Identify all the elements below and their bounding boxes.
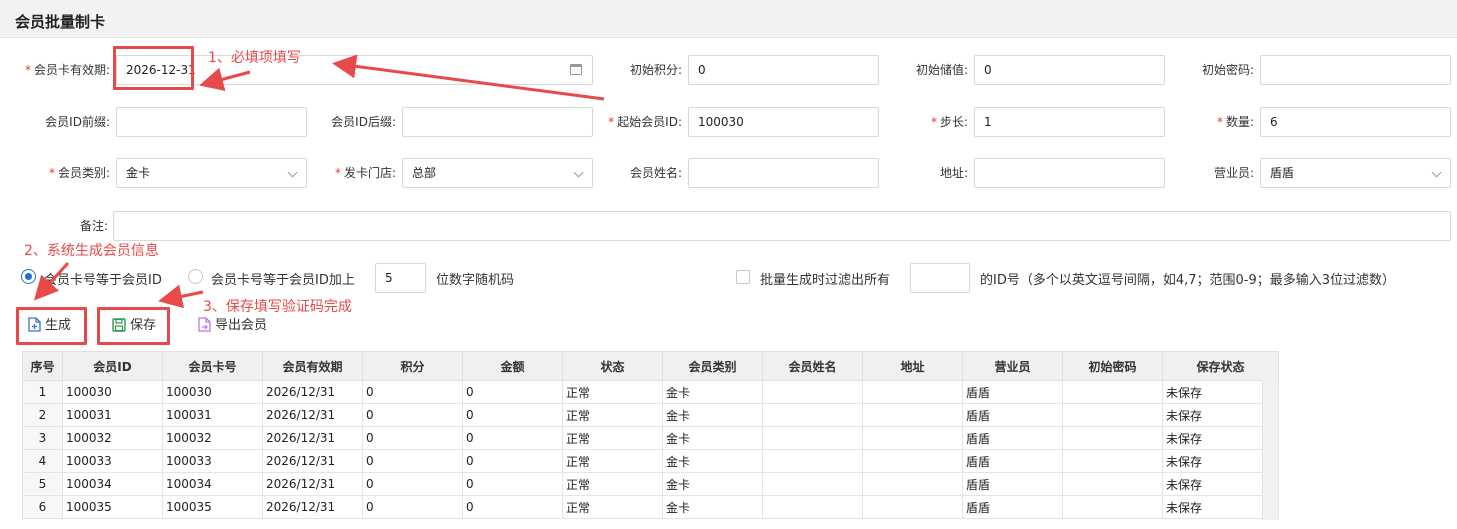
arrow-to-expiry	[199, 67, 251, 91]
arrow-to-save	[158, 284, 204, 309]
arrow-to-annotation-1	[332, 54, 605, 101]
annotation-arrows	[33, 54, 605, 309]
page-root: 会员批量制卡 * 会员卡有效期: 2026-12-31 初始积分: 0 初始储值:…	[0, 0, 1457, 529]
arrow-to-generate	[33, 261, 70, 301]
